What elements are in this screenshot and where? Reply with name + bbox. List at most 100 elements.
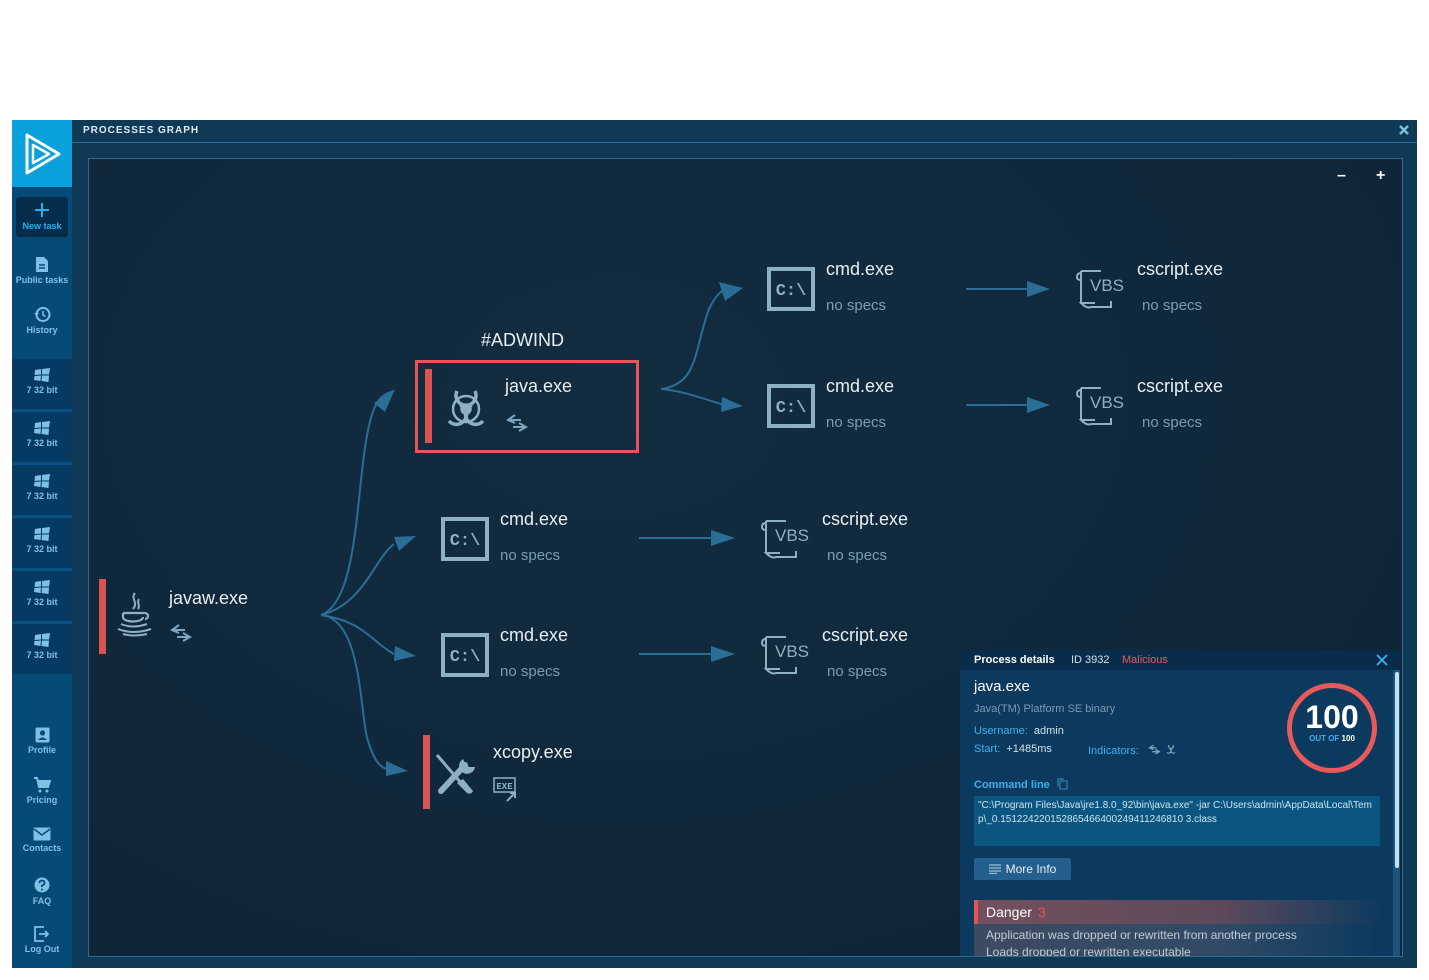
os-item-1[interactable]: 7 32 bit — [12, 367, 72, 395]
sidebar-item-profile[interactable]: Profile — [12, 727, 72, 755]
process-name: cscript.exe — [822, 625, 909, 645]
logout-icon — [34, 926, 50, 942]
plus-icon — [35, 203, 49, 217]
windows-icon — [34, 421, 50, 435]
score-value: 100 — [1305, 699, 1359, 735]
windows-icon — [34, 368, 50, 382]
process-spec: no specs — [827, 663, 888, 680]
process-spec: no specs — [500, 663, 561, 680]
os-item-2[interactable]: 7 32 bit — [12, 420, 72, 448]
danger-list: Application was dropped or rewritten fro… — [974, 924, 1380, 956]
svg-text:C:\: C:\ — [776, 399, 807, 418]
process-details-panel: Process details ID 3932 Malicious java.e… — [960, 650, 1400, 956]
os-item-label: 7 32 bit — [26, 544, 58, 554]
windows-icon — [34, 580, 50, 594]
svg-text:VBS: VBS — [1090, 276, 1124, 295]
sidebar-item-public-tasks[interactable]: Public tasks — [12, 256, 72, 285]
sidebar-item-pricing[interactable]: Pricing — [12, 777, 72, 805]
network-arrows-icon — [169, 624, 193, 642]
svg-text:VBS: VBS — [775, 526, 809, 545]
details-title: Process details — [974, 654, 1055, 666]
sidebar-item-contacts[interactable]: Contacts — [12, 827, 72, 853]
score-out-of-label: OUT OF — [1309, 734, 1340, 743]
process-name: java.exe — [505, 376, 573, 396]
sidebar: New task Public tasks History 7 32 bit 7… — [12, 120, 72, 968]
process-name: cmd.exe — [500, 625, 569, 645]
command-line-value[interactable]: "C:\Program Files\Java\jre1.8.0_92\bin\j… — [974, 796, 1380, 846]
vbs-icon: VBS — [1075, 387, 1124, 426]
danger-section-header[interactable]: Danger 3 — [974, 900, 1384, 924]
edge-java-cmd2 — [660, 388, 725, 406]
cmd-icon: C:\ — [441, 517, 489, 561]
sidebar-item-history[interactable]: History — [12, 306, 72, 335]
arrowhead — [711, 646, 735, 662]
edge-javaw-cmd3 — [320, 543, 395, 616]
close-icon[interactable] — [1376, 654, 1388, 666]
windows-icon — [34, 633, 50, 647]
process-spec: no specs — [500, 547, 561, 564]
indicators-row: Indicators: — [1088, 743, 1177, 757]
biohazard-icon — [1166, 744, 1176, 754]
process-name: xcopy.exe — [493, 742, 573, 762]
process-id: ID 3932 — [1071, 654, 1110, 666]
arrowhead — [711, 530, 735, 546]
more-info-button[interactable]: More Info — [974, 858, 1071, 880]
os-item-label: 7 32 bit — [26, 650, 58, 660]
command-line-label: Command line — [974, 779, 1050, 791]
indicators-label: Indicators: — [1088, 745, 1139, 757]
history-icon — [34, 307, 51, 322]
score-scale: OUT OF 100 — [1292, 734, 1372, 743]
process-graph-canvas[interactable]: – + javaw.exe #ADWIND java.exe C:\ cmd.e… — [88, 158, 1403, 957]
process-spec: no specs — [1142, 297, 1203, 314]
new-task-label: New task — [22, 221, 62, 231]
details-process-name: java.exe — [974, 678, 1030, 695]
sidebar-item-label: History — [26, 325, 58, 335]
process-name: cscript.exe — [1137, 259, 1224, 279]
network-arrows-icon — [505, 414, 529, 432]
edge-java-cmd1 — [660, 289, 725, 390]
arrowhead — [394, 536, 416, 551]
process-spec: no specs — [1142, 414, 1203, 431]
vbs-icon: VBS — [760, 520, 809, 559]
arrowhead — [1027, 397, 1050, 413]
app-window: New task Public tasks History 7 32 bit 7… — [12, 120, 1417, 968]
process-spec: no specs — [827, 547, 888, 564]
divider — [72, 142, 1417, 143]
cmd-icon: C:\ — [441, 633, 489, 677]
close-window-button[interactable] — [1399, 122, 1409, 138]
windows-icon — [34, 474, 50, 488]
username-value: admin — [1033, 725, 1064, 737]
cart-icon — [34, 777, 51, 793]
svg-text:EXE: EXE — [496, 782, 513, 792]
score-max: 100 — [1341, 734, 1355, 743]
arrowhead — [374, 389, 395, 412]
anyrun-logo-icon — [25, 133, 61, 174]
copy-icon[interactable] — [1057, 778, 1068, 790]
arrowhead — [719, 282, 743, 301]
os-item-3[interactable]: 7 32 bit — [12, 473, 72, 501]
logo[interactable] — [12, 120, 72, 187]
os-item-5[interactable]: 7 32 bit — [12, 579, 72, 607]
sidebar-item-label: FAQ — [32, 896, 52, 906]
exe-drop-icon: EXE — [493, 777, 516, 802]
threat-score-gauge: 100 OUT OF 100 — [1287, 683, 1377, 773]
danger-marker — [425, 369, 432, 443]
profile-icon — [35, 727, 49, 743]
os-item-label: 7 32 bit — [26, 438, 58, 448]
svg-text:VBS: VBS — [1090, 393, 1124, 412]
arrowhead — [1027, 281, 1050, 297]
start-label: Start: — [974, 743, 1001, 755]
verdict-badge: Malicious — [1122, 654, 1168, 666]
username-label: Username: — [974, 725, 1028, 737]
os-item-6[interactable]: 7 32 bit — [12, 632, 72, 660]
os-item-4[interactable]: 7 32 bit — [12, 526, 72, 554]
process-name: cmd.exe — [826, 259, 895, 279]
details-scrollbar-thumb[interactable] — [1395, 672, 1399, 868]
document-icon — [36, 257, 48, 272]
windows-icon — [34, 527, 50, 541]
new-task-button[interactable]: New task — [16, 197, 68, 237]
start-row: Start: +1485ms — [974, 743, 1052, 755]
sidebar-item-faq[interactable]: FAQ — [12, 877, 72, 906]
sidebar-item-logout[interactable]: Log Out — [12, 926, 72, 954]
sidebar-item-label: Public tasks — [15, 275, 69, 285]
